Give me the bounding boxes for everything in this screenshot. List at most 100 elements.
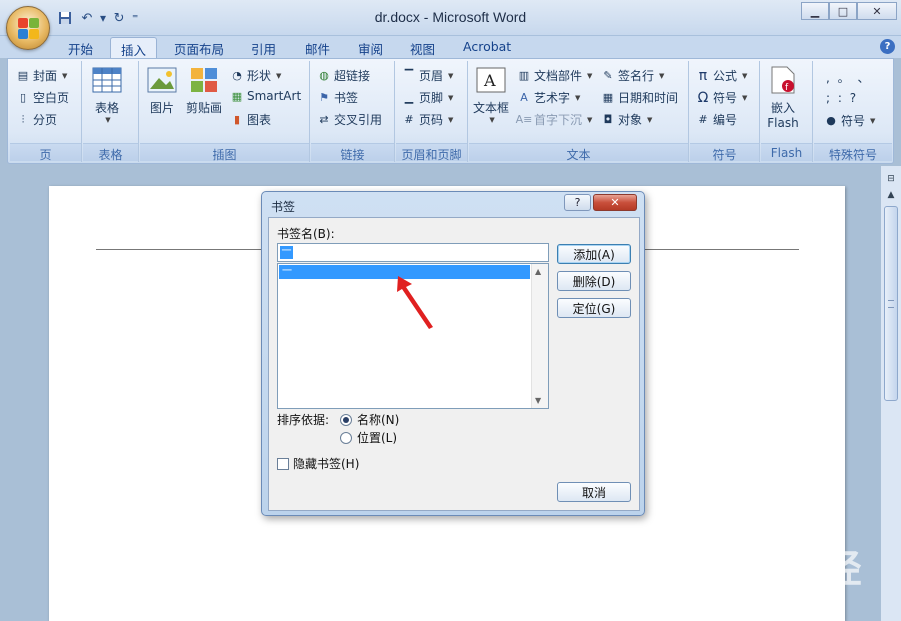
group-label-tables: 表格 <box>83 143 138 162</box>
cross-reference-button[interactable]: ⇄ 交叉引用 <box>317 111 382 128</box>
footer-icon: ▁ <box>404 91 414 104</box>
bookmark-button[interactable]: ⚑ 书签 <box>317 89 358 106</box>
cross-reference-icon: ⇄ <box>319 113 329 126</box>
signature-icon: ✎ <box>603 69 613 82</box>
dialog-body: 书签名(B): 一 一 ▲ ▼ 添加(A) 删除(D) 定位(G) 排序依据: … <box>268 217 640 511</box>
sort-by-name-radio[interactable] <box>340 414 352 426</box>
bookmark-name-value: 一 <box>280 246 293 259</box>
scroll-thumb[interactable] <box>884 206 898 401</box>
blank-page-button[interactable]: ▯ 空白页 <box>16 89 69 106</box>
page-break-icon: ⫶ <box>21 112 25 126</box>
svg-text:A: A <box>483 71 496 90</box>
group-illustrations: 图片 剪贴画 ◔ 形状 ▼ ▦ SmartArt ▮ 图表 插图 <box>140 61 310 162</box>
bookmark-name-label: 书签名(B): <box>277 227 335 241</box>
hidden-bookmarks-label: 隐藏书签(H) <box>293 457 360 471</box>
page-number-icon: # <box>404 113 414 126</box>
blank-page-icon: ▯ <box>19 91 27 104</box>
quick-parts-button[interactable]: ▥ 文档部件 ▼ <box>517 67 593 84</box>
delete-button[interactable]: 删除(D) <box>557 271 631 291</box>
header-button[interactable]: ▔ 页眉 ▼ <box>402 67 454 84</box>
list-scroll-up-icon[interactable]: ▲ <box>535 267 541 276</box>
textbox-button[interactable]: A 文本框 ▼ <box>473 65 509 124</box>
tab-review[interactable]: 审阅 <box>348 37 393 58</box>
goto-button[interactable]: 定位(G) <box>557 298 631 318</box>
embed-flash-button[interactable]: f 嵌入 Flash <box>767 65 799 130</box>
minimize-button[interactable]: ▁ <box>801 2 829 20</box>
tab-references[interactable]: 引用 <box>241 37 286 58</box>
date-time-button[interactable]: ▦ 日期和时间 <box>601 89 678 106</box>
dialog-close-button[interactable]: ✕ <box>593 194 637 211</box>
sort-by-label: 排序依据: <box>277 413 330 427</box>
group-label-header-footer: 页眉和页脚 <box>396 143 467 162</box>
group-label-flash: Flash <box>761 143 812 161</box>
globe-link-icon: ◍ <box>319 69 329 82</box>
red-arrow-icon <box>397 276 433 329</box>
wordart-icon: A <box>520 91 528 104</box>
signature-line-button[interactable]: ✎ 签名行 ▼ <box>601 67 664 84</box>
ribbon: ▤ 封面 ▼ ▯ 空白页 ⫶ 分页 页 表格 ▼ 表格 图片 剪贴画 ◔ 形状 ▼ ▦ Smar… <box>7 58 894 164</box>
smartart-button[interactable]: ▦ SmartArt <box>230 89 301 103</box>
tab-home[interactable]: 开始 <box>58 37 103 58</box>
page-break-button[interactable]: ⫶ 分页 <box>16 111 57 128</box>
table-icon <box>91 65 123 95</box>
scroll-up-icon[interactable]: ▲ <box>884 188 898 202</box>
flash-file-icon: f <box>767 65 799 95</box>
group-label-pages: 页 <box>10 143 81 162</box>
tab-insert[interactable]: 插入 <box>110 37 158 58</box>
page-number-button[interactable]: # 页码 ▼ <box>402 111 453 128</box>
pi-icon: π <box>698 67 708 84</box>
title-bar: ↶ ▾ ↻ ⁼ dr.docx - Microsoft Word ▁ □ ✕ <box>0 0 901 36</box>
cancel-button[interactable]: 取消 <box>557 482 631 502</box>
clipart-button[interactable]: 剪贴画 <box>186 65 222 116</box>
close-button[interactable]: ✕ <box>857 2 897 20</box>
object-button[interactable]: ◘ 对象 ▼ <box>601 111 653 128</box>
special-symbol-button[interactable]: ● 符号 ▼ <box>824 112 875 129</box>
bookmark-icon: ⚑ <box>319 91 329 104</box>
drop-cap-icon: A≡ <box>515 113 533 126</box>
add-button[interactable]: 添加(A) <box>557 244 631 264</box>
list-scrollbar[interactable]: ▲ ▼ <box>531 264 548 408</box>
footer-button[interactable]: ▁ 页脚 ▼ <box>402 89 454 106</box>
hyperlink-button[interactable]: ◍ 超链接 <box>317 67 370 84</box>
tab-acrobat[interactable]: Acrobat <box>453 37 521 58</box>
punctuation-row-1[interactable]: , 。 、 <box>826 69 871 86</box>
group-header-footer: ▔ 页眉 ▼ ▁ 页脚 ▼ # 页码 ▼ 页眉和页脚 <box>396 61 468 162</box>
sort-by-location-radio[interactable] <box>340 432 352 444</box>
table-button[interactable]: 表格 ▼ <box>91 65 123 124</box>
dialog-help-button[interactable]: ? <box>564 194 591 211</box>
watermark-url: jingyan.baidu.com <box>693 582 806 598</box>
group-label-illustrations: 插图 <box>140 143 309 162</box>
chart-button[interactable]: ▮ 图表 <box>230 111 271 128</box>
scroll-grip-icon <box>888 300 894 308</box>
group-label-links: 链接 <box>311 143 394 162</box>
bookmark-dialog: 书签 ? ✕ 书签名(B): 一 一 ▲ ▼ 添加(A) 删除(D) 定位(G)… <box>261 191 645 516</box>
help-icon[interactable]: ? <box>880 39 895 54</box>
sort-by-location-label: 位置(L) <box>357 431 398 445</box>
group-symbols: π 公式 ▼ Ω 符号 ▼ # 编号 符号 <box>690 61 760 162</box>
wordart-button[interactable]: A 艺术字 ▼ <box>517 89 580 106</box>
tab-page-layout[interactable]: 页面布局 <box>164 37 234 58</box>
smartart-icon: ▦ <box>231 89 243 103</box>
list-scroll-down-icon[interactable]: ▼ <box>535 396 541 405</box>
hidden-bookmarks-checkbox[interactable] <box>277 458 289 470</box>
office-button[interactable] <box>6 6 50 50</box>
equation-button[interactable]: π 公式 ▼ <box>696 67 748 84</box>
picture-button[interactable]: 图片 <box>146 65 178 116</box>
shapes-button[interactable]: ◔ 形状 ▼ <box>230 67 281 84</box>
tab-mailings[interactable]: 邮件 <box>295 37 340 58</box>
group-label-text: 文本 <box>469 143 688 162</box>
numbering-button[interactable]: # 编号 <box>696 111 737 128</box>
group-flash: f 嵌入 Flash Flash <box>761 61 813 162</box>
maximize-button[interactable]: □ <box>829 2 857 20</box>
shapes-icon: ◔ <box>232 69 242 82</box>
bookmark-name-input[interactable]: 一 <box>277 243 549 262</box>
group-special-symbols: , 。 、 ; : ? ● 符号 ▼ 特殊符号 <box>814 61 892 162</box>
window-controls: ▁ □ ✕ <box>801 2 897 20</box>
cover-page-button[interactable]: ▤ 封面 ▼ <box>16 67 68 84</box>
dialog-title: 书签 <box>271 200 296 214</box>
ruler-toggle-icon[interactable]: ⊟ <box>884 172 898 186</box>
symbol-button[interactable]: Ω 符号 ▼ <box>696 89 748 106</box>
tab-view[interactable]: 视图 <box>400 37 445 58</box>
punctuation-row-2[interactable]: ; : ? <box>826 91 858 105</box>
drop-cap-button[interactable]: A≡ 首字下沉 ▼ <box>515 111 593 128</box>
